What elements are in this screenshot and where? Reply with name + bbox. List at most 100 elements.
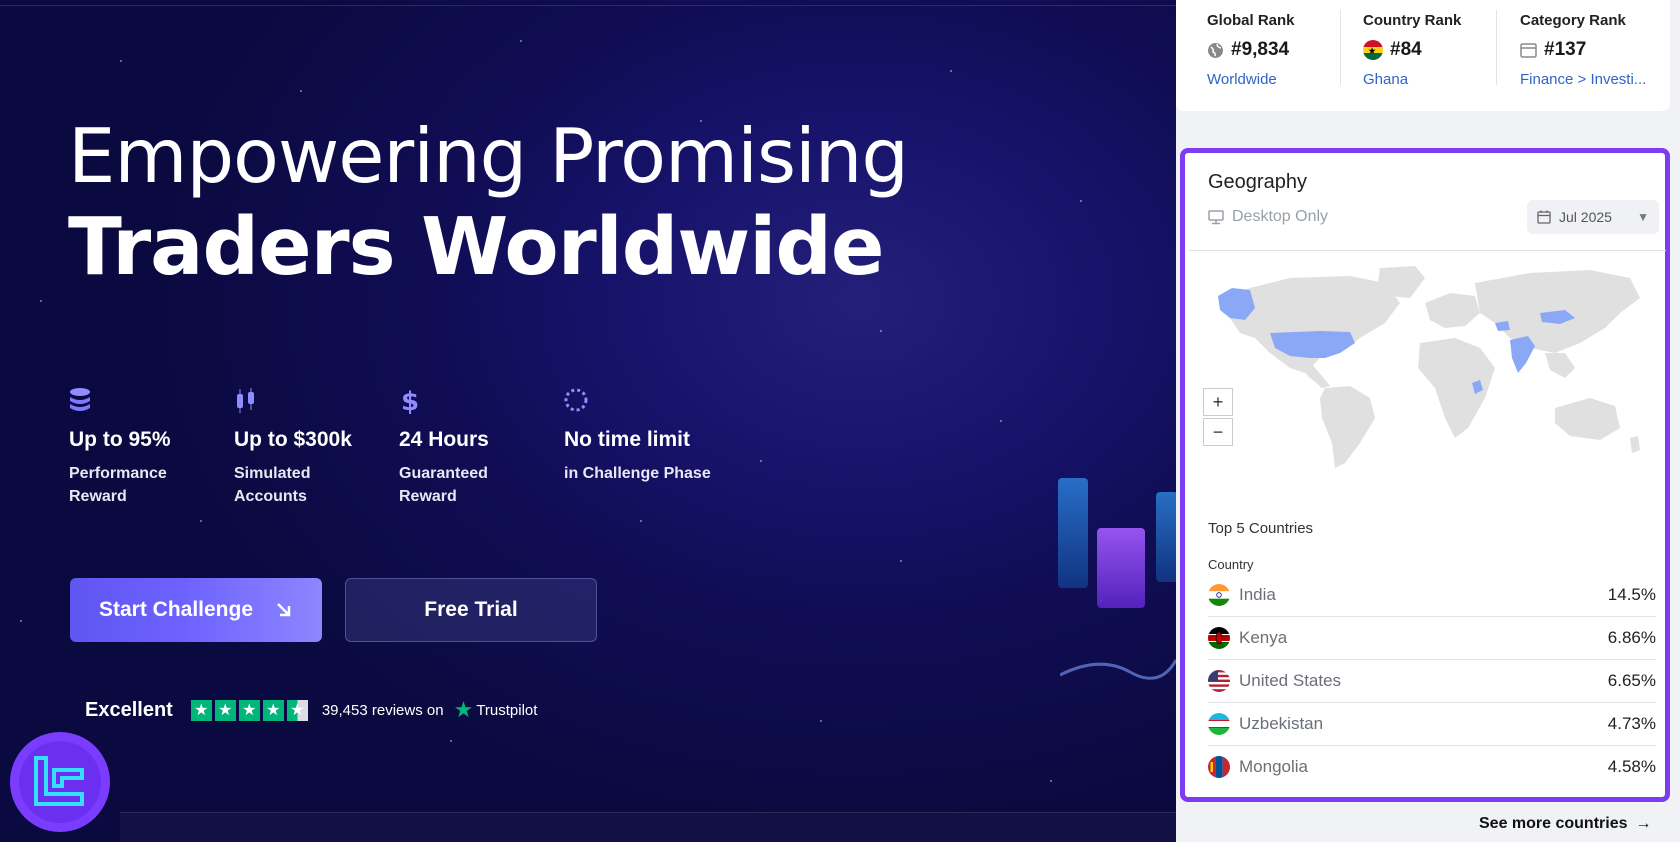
feature-subtitle: Performance Reward bbox=[69, 465, 167, 505]
decorative-wave bbox=[1060, 659, 1176, 680]
country-name: India bbox=[1239, 584, 1276, 604]
global-rank-link[interactable]: Worldwide bbox=[1207, 71, 1337, 88]
category-rank: Category Rank #137 Finance > Investi... bbox=[1520, 12, 1650, 88]
country-rank-label: Country Rank bbox=[1363, 12, 1462, 29]
feature-subtitle: Simulated Accounts bbox=[234, 465, 311, 505]
brand-logo-icon bbox=[34, 756, 84, 806]
star-icon: ★ bbox=[190, 699, 212, 721]
country-rank-link[interactable]: Ghana bbox=[1363, 71, 1493, 88]
trustpilot-review-count: 39,453 reviews on bbox=[321, 701, 444, 719]
zoom-in-button[interactable]: + bbox=[1203, 388, 1233, 416]
country-share: 14.5% bbox=[1607, 584, 1656, 604]
feature-subtitle: Guaranteed Reward bbox=[399, 465, 488, 505]
country-name: Kenya bbox=[1239, 627, 1288, 647]
feature-title: No time limit bbox=[564, 428, 691, 451]
date-selector[interactable]: Jul 2025 ▼ bbox=[1527, 200, 1659, 234]
category-rank-value: #137 bbox=[1544, 39, 1587, 60]
site-stats-panel: Global Rank #9,834 Worldwide Country Ran… bbox=[1176, 0, 1680, 842]
headline-line-1: Empowering Promising bbox=[68, 112, 909, 200]
star-icon: ★ bbox=[262, 699, 284, 721]
see-more-countries-link[interactable]: See more countries → bbox=[1479, 815, 1652, 833]
half-star-icon: ★ bbox=[286, 699, 308, 721]
zoom-out-button[interactable]: − bbox=[1203, 418, 1233, 446]
dashed-circle-icon bbox=[564, 388, 588, 412]
arrow-down-right-icon bbox=[277, 603, 291, 617]
calendar-icon bbox=[1537, 210, 1551, 224]
decorative-bar bbox=[1058, 478, 1088, 588]
world-map[interactable] bbox=[1210, 258, 1650, 478]
feature-simulated-accounts: Up to $300k Simulated Accounts bbox=[234, 386, 394, 508]
hero-top-divider bbox=[0, 5, 1176, 6]
star-icon: ★ bbox=[238, 699, 260, 721]
hero-bottom-strip bbox=[120, 812, 1176, 842]
country-share: 4.73% bbox=[1607, 713, 1656, 733]
category-rank-label: Category Rank bbox=[1520, 12, 1626, 29]
geography-divider bbox=[1189, 250, 1666, 251]
candlestick-icon bbox=[237, 388, 254, 413]
country-row[interactable]: United States 6.65% bbox=[1208, 659, 1656, 703]
top-countries-title: Top 5 Countries bbox=[1208, 520, 1314, 537]
geography-card: Geography Desktop Only Jul 2025 ▼ + − To… bbox=[1180, 148, 1670, 802]
country-row[interactable]: India 14.5% bbox=[1208, 573, 1656, 617]
feature-no-time-limit: No time limit in Challenge Phase bbox=[564, 386, 764, 485]
kenya-flag-icon bbox=[1208, 626, 1230, 649]
country-name: Mongolia bbox=[1239, 757, 1308, 776]
global-rank: Global Rank #9,834 Worldwide bbox=[1207, 12, 1337, 88]
free-trial-label: Free Trial bbox=[424, 598, 518, 621]
global-rank-label: Global Rank bbox=[1207, 12, 1295, 29]
geography-title: Geography bbox=[1208, 171, 1307, 193]
start-challenge-button[interactable]: Start Challenge bbox=[70, 578, 322, 642]
ghana-flag-icon: ★ bbox=[1363, 40, 1383, 60]
svg-text:$: $ bbox=[401, 387, 419, 414]
date-selector-value: Jul 2025 bbox=[1559, 209, 1612, 225]
country-row[interactable]: Mongolia 4.58% bbox=[1208, 745, 1656, 789]
start-challenge-label: Start Challenge bbox=[98, 598, 254, 621]
rank-divider bbox=[1496, 10, 1497, 85]
device-filter: Desktop Only bbox=[1208, 208, 1328, 226]
country-rank-value: #84 bbox=[1390, 39, 1422, 60]
usa-flag-icon bbox=[1208, 669, 1230, 692]
hero-section: Empowering Promising Traders Worldwide U… bbox=[0, 0, 1176, 842]
trustpilot-widget[interactable]: Excellent ★ ★ ★ ★ ★ 39,453 reviews on ★ … bbox=[85, 697, 537, 723]
coins-stack-icon bbox=[70, 388, 90, 411]
headline-line-2: Traders Worldwide bbox=[68, 201, 884, 293]
country-share: 4.58% bbox=[1607, 757, 1656, 776]
chevron-down-icon: ▼ bbox=[1637, 210, 1649, 224]
trustpilot-star-icon: ★ bbox=[453, 697, 474, 722]
star-icon: ★ bbox=[214, 699, 236, 721]
device-filter-label: Desktop Only bbox=[1232, 208, 1329, 225]
free-trial-button[interactable]: Free Trial bbox=[345, 578, 597, 642]
trustpilot-brand: Trustpilot bbox=[476, 701, 538, 719]
feature-title: Up to $300k bbox=[234, 428, 352, 451]
trustpilot-stars: ★ ★ ★ ★ ★ bbox=[190, 699, 308, 721]
globe-icon bbox=[1208, 42, 1223, 58]
see-more-label: See more countries bbox=[1479, 815, 1628, 832]
decorative-bar bbox=[1097, 528, 1145, 608]
country-share: 6.65% bbox=[1607, 670, 1656, 690]
country-row[interactable]: Kenya 6.86% bbox=[1208, 616, 1656, 660]
category-card-icon bbox=[1520, 42, 1537, 58]
country-row[interactable]: Uzbekistan 4.73% bbox=[1208, 702, 1656, 746]
feature-performance-reward: Up to 95% Performance Reward bbox=[69, 386, 229, 508]
arrow-right-icon: → bbox=[1635, 815, 1652, 832]
feature-subtitle: in Challenge Phase bbox=[564, 465, 711, 482]
desktop-icon bbox=[1208, 209, 1224, 224]
country-column-header: Country bbox=[1208, 557, 1254, 572]
rank-card: Global Rank #9,834 Worldwide Country Ran… bbox=[1176, 0, 1670, 111]
svg-text:★: ★ bbox=[1369, 47, 1377, 56]
brand-logo[interactable] bbox=[10, 732, 110, 832]
feature-title: Up to 95% bbox=[69, 428, 171, 451]
global-rank-value: #9,834 bbox=[1231, 39, 1290, 60]
india-flag-icon bbox=[1208, 583, 1230, 606]
dollar-icon: $ bbox=[401, 387, 419, 414]
uzbekistan-flag-icon bbox=[1208, 712, 1230, 735]
trustpilot-rating-text: Excellent bbox=[85, 698, 173, 721]
feature-guaranteed-reward: $ 24 Hours Guaranteed Reward bbox=[399, 386, 559, 508]
rank-divider bbox=[1340, 10, 1341, 85]
decorative-bar bbox=[1156, 492, 1176, 582]
country-share: 6.86% bbox=[1607, 627, 1656, 647]
country-name: United States bbox=[1239, 670, 1342, 690]
country-rank: Country Rank ★ #84 Ghana bbox=[1363, 12, 1493, 88]
country-name: Uzbekistan bbox=[1239, 713, 1324, 733]
category-rank-link[interactable]: Finance > Investi... bbox=[1520, 71, 1650, 88]
